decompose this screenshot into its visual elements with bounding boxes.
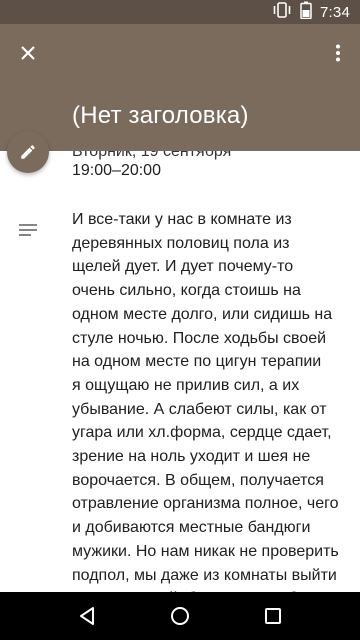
recents-icon — [265, 608, 282, 624]
pencil-icon — [21, 145, 35, 159]
more-options-button[interactable] — [330, 37, 346, 69]
event-title: (Нет заголовка) — [72, 102, 249, 129]
edit-button[interactable] — [7, 131, 49, 173]
back-button[interactable] — [67, 596, 107, 636]
navigation-bar — [0, 592, 360, 640]
close-icon — [21, 46, 35, 60]
event-time: 19:00–20:00 — [72, 162, 161, 179]
home-button[interactable] — [160, 596, 200, 636]
more-vert-icon — [336, 44, 340, 62]
home-icon — [170, 607, 189, 625]
close-button[interactable] — [12, 37, 44, 69]
recents-button[interactable] — [253, 596, 293, 636]
battery-icon — [300, 1, 312, 24]
back-icon — [79, 607, 94, 625]
status-icons: 7:34 — [272, 0, 350, 24]
notes-icon — [18, 222, 38, 238]
vibrate-icon — [272, 1, 292, 23]
app-bar: (Нет заголовка) — [0, 24, 360, 151]
status-time: 7:34 — [320, 3, 350, 21]
event-description: И все-таки у нас в комнате из деревянных… — [72, 211, 339, 631]
status-bar: 7:34 — [0, 0, 360, 24]
